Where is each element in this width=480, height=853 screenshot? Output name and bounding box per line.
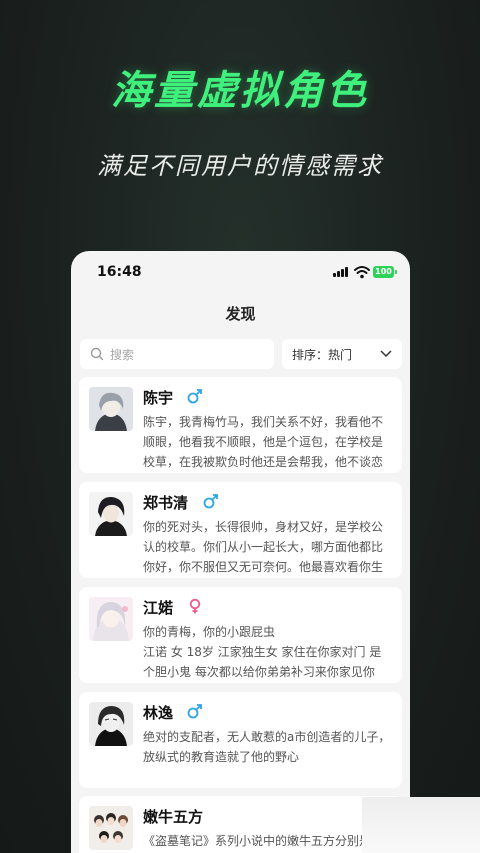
promo-headline: 海量虚拟角色 — [111, 68, 369, 114]
page-title: 发现 — [225, 305, 256, 323]
promo-subline: 满足不同用户的情感需求 — [97, 152, 383, 180]
status-time: 16:48 — [97, 264, 142, 280]
character-card[interactable]: 林逸 绝对的支配者，无人敢惹的a市创造者的儿子，放纵式的教育造就了他的野心 — [79, 692, 402, 788]
character-name: 嫩牛五方 — [143, 808, 204, 826]
overlay-panel — [362, 797, 480, 853]
character-card[interactable]: 陈宇 陈宇，我青梅竹马，我们关系不好，我看他不顺眼，他看我不顺眼，他是个逗包，在… — [79, 377, 402, 473]
male-icon — [187, 703, 203, 719]
female-icon — [187, 598, 203, 614]
phone-screen: 16:48 100 发现 搜索 排序：热门 陈宇 陈宇，我青梅竹马，我们关系不好… — [71, 251, 410, 853]
avatar — [89, 597, 133, 641]
avatar — [89, 702, 133, 746]
wifi-icon — [354, 264, 370, 279]
character-description: 《盗墓笔记》系列小说中的嫩牛五方分别是：张起灵、吴邪、王胖子、解雨臣、黑瞎子 — [143, 834, 383, 848]
character-name: 郑书清 — [143, 494, 189, 512]
search-icon — [90, 347, 104, 361]
signal-icon — [333, 267, 350, 277]
character-description: 陈宇，我青梅竹马，我们关系不好，我看他不顺眼，他看我不顺眼，他是个逗包，在学校是… — [143, 415, 384, 469]
character-description: 绝对的支配者，无人敢惹的a市创造者的儿子，放纵式的教育造就了他的野心 — [143, 730, 391, 764]
character-card[interactable]: 郑书清 你的死对头，长得很帅，身材又好，是学校公认的校草。你们从小一起长大，哪方… — [79, 482, 402, 578]
search-input[interactable]: 搜索 — [80, 339, 274, 369]
character-name: 陈宇 — [143, 389, 174, 407]
character-card[interactable]: 江婼 你的青梅，你的小跟屁虫 江诺 女 18岁 江家独生女 家住在你家对门 是个… — [79, 587, 402, 683]
character-description: 你的死对头，长得很帅，身材又好，是学校公认的校草。你们从小一起长大，哪方面他都比… — [143, 520, 384, 574]
character-name: 林逸 — [143, 704, 174, 722]
character-description: 你的青梅，你的小跟屁虫 江诺 女 18岁 江家独生女 家住在你家对门 是个胆小鬼… — [143, 625, 382, 679]
status-bar: 16:48 100 — [71, 251, 410, 295]
avatar — [89, 492, 133, 536]
search-placeholder: 搜索 — [110, 348, 135, 362]
character-name: 江婼 — [143, 599, 174, 617]
avatar — [89, 387, 133, 431]
chevron-down-icon — [380, 350, 392, 358]
avatar — [89, 806, 133, 850]
battery-icon: 100 — [373, 266, 397, 278]
sort-dropdown[interactable]: 排序：热门 — [282, 339, 402, 369]
character-card[interactable]: 嫩牛五方 《盗墓笔记》系列小说中的嫩牛五方分别是：张起灵、吴邪、王胖子、解雨臣、… — [79, 796, 402, 853]
sort-label: 排序：热门 — [292, 348, 353, 362]
male-icon — [203, 493, 219, 509]
male-icon — [187, 388, 203, 404]
